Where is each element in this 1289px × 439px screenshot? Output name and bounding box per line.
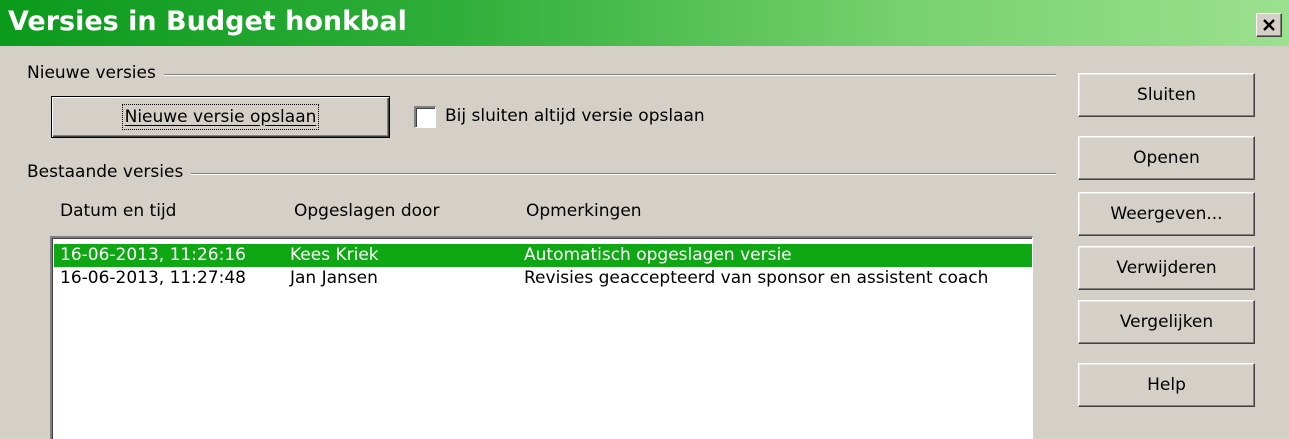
- show-button[interactable]: Weergeven...: [1078, 192, 1255, 236]
- delete-button-label: Verwijderen: [1116, 258, 1217, 278]
- version-author: Kees Kriek: [290, 245, 379, 265]
- close-button-label: Sluiten: [1137, 85, 1196, 105]
- column-header-comments[interactable]: Opmerkingen: [526, 201, 642, 221]
- show-button-label: Weergeven...: [1110, 204, 1223, 224]
- open-button[interactable]: Openen: [1078, 136, 1255, 180]
- compare-button[interactable]: Vergelijken: [1078, 300, 1255, 344]
- delete-button[interactable]: Verwijderen: [1078, 246, 1255, 290]
- column-header-date[interactable]: Datum en tijd: [60, 201, 176, 221]
- existing-versions-group-label: Bestaande versies: [27, 162, 192, 182]
- title-bar[interactable]: Versies in Budget honkbal: [0, 0, 1289, 46]
- version-row[interactable]: 16-06-2013, 11:27:48 Jan Jansen Revisies…: [54, 267, 1032, 290]
- version-author: Jan Jansen: [290, 268, 378, 288]
- save-new-version-label: Nieuwe versie opslaan: [121, 104, 320, 130]
- new-versions-separator: [30, 74, 1056, 76]
- close-icon: [1263, 19, 1275, 31]
- column-header-author[interactable]: Opgeslagen door: [294, 201, 439, 221]
- help-button-label: Help: [1147, 375, 1186, 395]
- version-date: 16-06-2013, 11:27:48: [60, 268, 246, 288]
- new-versions-group-label: Nieuwe versies: [27, 63, 164, 83]
- window-title: Versies in Budget honkbal: [8, 6, 407, 37]
- close-window-button[interactable]: [1256, 13, 1282, 37]
- version-date: 16-06-2013, 11:26:16: [60, 245, 246, 265]
- always-save-on-close-checkbox[interactable]: [414, 106, 436, 128]
- close-button[interactable]: Sluiten: [1078, 73, 1255, 117]
- open-button-label: Openen: [1133, 148, 1200, 168]
- always-save-on-close-label[interactable]: Bij sluiten altijd versie opslaan: [445, 106, 705, 126]
- version-comment: Revisies geaccepteerd van sponsor en ass…: [524, 268, 989, 288]
- help-button[interactable]: Help: [1078, 363, 1255, 407]
- compare-button-label: Vergelijken: [1119, 312, 1214, 332]
- version-comment: Automatisch opgeslagen versie: [524, 245, 792, 265]
- version-row[interactable]: 16-06-2013, 11:26:16 Kees Kriek Automati…: [54, 244, 1032, 267]
- versions-list[interactable]: 16-06-2013, 11:26:16 Kees Kriek Automati…: [50, 236, 1033, 439]
- save-new-version-button[interactable]: Nieuwe versie opslaan: [51, 96, 390, 138]
